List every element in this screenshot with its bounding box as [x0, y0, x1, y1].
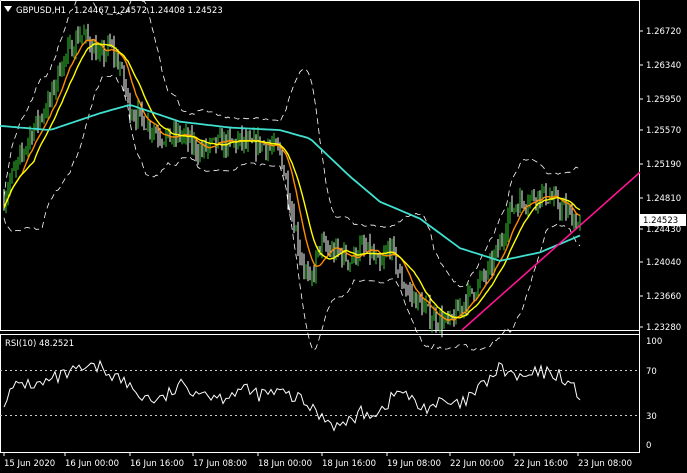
price-tick-label: 1.24040: [646, 258, 681, 268]
price-tick-label: 1.24810: [646, 194, 681, 204]
price-tick-label: 1.25570: [646, 126, 681, 136]
time-tick-label: 22 Jun 16:00: [514, 459, 568, 469]
rsi-label: RSI(10) 48.2521: [5, 339, 74, 349]
price-tick-label: 1.26720: [646, 27, 681, 37]
current-price-marker: 1.24523: [640, 214, 686, 226]
symbol-label: GBPUSD,H1: [16, 6, 66, 16]
rsi-tick-70: 70: [646, 367, 657, 377]
time-tick-label: 22 Jun 00:00: [450, 459, 504, 469]
rsi-tick-30: 30: [646, 412, 657, 422]
ohlc-values: 1.24467 1.24572 1.24408 1.24523: [74, 6, 223, 16]
time-tick-label: 23 Jun 08:00: [578, 459, 632, 469]
price-tick-label: 1.24430: [646, 225, 681, 235]
rsi-tick-0: 0: [646, 441, 651, 451]
price-tick-label: 1.25950: [646, 95, 681, 105]
time-tick-label: 16 Jun 16:00: [130, 459, 184, 469]
price-tick-label: 1.26340: [646, 61, 681, 71]
time-tick-label: 19 Jun 08:00: [387, 459, 441, 469]
price-tick-label: 1.23660: [646, 292, 681, 302]
time-tick-label: 16 Jun 00:00: [65, 459, 119, 469]
time-tick-label: 18 Jun 16:00: [322, 459, 376, 469]
time-tick-label: 18 Jun 00:00: [258, 459, 312, 469]
chart-header: GBPUSD,H1 1.24467 1.24572 1.24408 1.2452…: [4, 6, 223, 16]
trading-chart[interactable]: GBPUSD,H1 1.24467 1.24572 1.24408 1.2452…: [0, 0, 687, 473]
time-tick-label: 17 Jun 08:00: [193, 459, 247, 469]
current-price-label: 1.24523: [643, 216, 678, 226]
price-tick-label: 1.25190: [646, 160, 681, 170]
rsi-tick-100: 100: [646, 337, 662, 347]
time-tick-label: 15 Jun 2020: [4, 459, 55, 469]
price-tick-label: 1.23280: [646, 323, 681, 333]
